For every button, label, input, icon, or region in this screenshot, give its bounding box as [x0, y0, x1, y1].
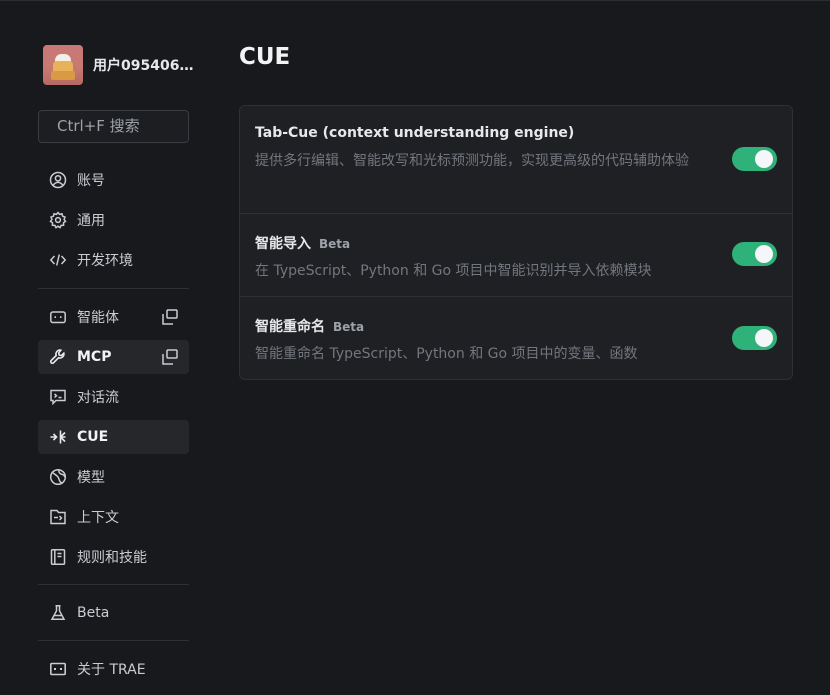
- beta-badge: Beta: [319, 237, 351, 251]
- trae-icon: [48, 659, 68, 679]
- code-icon: [48, 250, 68, 270]
- sidebar-item-models[interactable]: 模型: [38, 460, 189, 494]
- cue-icon: [48, 427, 68, 447]
- tab-cue-toggle[interactable]: [732, 147, 777, 171]
- sidebar-item-account[interactable]: 账号: [38, 163, 189, 197]
- external-panel-icon[interactable]: [161, 308, 179, 326]
- context-icon: [48, 507, 68, 527]
- sidebar-item-label: 上下文: [77, 510, 119, 526]
- sidebar-item-agents[interactable]: 智能体: [38, 300, 189, 334]
- sidebar-item-context[interactable]: 上下文: [38, 500, 189, 534]
- username: 用户0954068...: [93, 58, 197, 74]
- gear-icon: [48, 210, 68, 230]
- setting-title-text: Tab-Cue (context understanding engine): [255, 125, 575, 141]
- sidebar-item-label: Beta: [77, 605, 110, 621]
- sidebar-item-label: 关于 TRAE: [77, 662, 146, 678]
- sidebar-item-dialog-flow[interactable]: 对话流: [38, 380, 189, 414]
- divider: [38, 640, 189, 641]
- wrench-icon: [48, 347, 68, 367]
- setting-title: Tab-Cue (context understanding engine): [255, 125, 792, 141]
- setting-description: 在 TypeScript、Python 和 Go 项目中智能识别并导入依赖模块: [255, 263, 652, 279]
- sidebar-item-dev-env[interactable]: 开发环境: [38, 243, 189, 277]
- setting-description: 提供多行编辑、智能改写和光标预测功能，实现更高级的代码辅助体验: [255, 153, 689, 169]
- globe-icon: [48, 467, 68, 487]
- sidebar-item-label: 模型: [77, 470, 105, 486]
- sidebar-item-label: 开发环境: [77, 253, 133, 269]
- setting-title-text: 智能导入: [255, 236, 311, 252]
- sidebar-item-label: CUE: [77, 429, 109, 445]
- divider: [38, 584, 189, 585]
- chat-flow-icon: [48, 387, 68, 407]
- sidebar-item-general[interactable]: 通用: [38, 203, 189, 237]
- smart-rename-toggle[interactable]: [732, 326, 777, 350]
- sidebar-item-label: 对话流: [77, 390, 119, 406]
- sidebar-item-label: 账号: [77, 173, 105, 189]
- smart-import-toggle[interactable]: [732, 242, 777, 266]
- setting-title: 智能重命名 Beta: [255, 316, 792, 336]
- divider: [38, 288, 189, 289]
- sidebar-item-about[interactable]: 关于 TRAE: [38, 652, 189, 686]
- setting-title: 智能导入 Beta: [255, 233, 792, 253]
- sidebar: 用户0954068... Ctrl+F 搜索 账号 通用 开发环境 智能体 MC…: [0, 1, 220, 695]
- search-button[interactable]: Ctrl+F 搜索: [38, 110, 189, 143]
- flask-icon: [48, 603, 68, 623]
- user-circle-icon: [48, 170, 68, 190]
- sidebar-item-beta[interactable]: Beta: [38, 596, 189, 630]
- settings-panel: Tab-Cue (context understanding engine) 提…: [239, 105, 793, 380]
- book-icon: [48, 547, 68, 567]
- sidebar-item-label: MCP: [77, 349, 112, 365]
- setting-title-text: 智能重命名: [255, 319, 325, 335]
- sidebar-item-label: 智能体: [77, 310, 119, 326]
- sidebar-item-label: 规则和技能: [77, 550, 147, 566]
- robot-icon: [48, 307, 68, 327]
- beta-badge: Beta: [333, 320, 365, 334]
- sidebar-item-mcp[interactable]: MCP: [38, 340, 189, 374]
- setting-row-smart-import: 智能导入 Beta 在 TypeScript、Python 和 Go 项目中智能识…: [240, 213, 792, 296]
- setting-row-smart-rename: 智能重命名 Beta 智能重命名 TypeScript、Python 和 Go 项…: [240, 296, 792, 380]
- sidebar-item-cue[interactable]: CUE: [38, 420, 189, 454]
- sidebar-item-rules-skills[interactable]: 规则和技能: [38, 540, 189, 574]
- page-title: CUE: [239, 44, 291, 70]
- avatar: [43, 45, 83, 85]
- sidebar-item-label: 通用: [77, 213, 105, 229]
- external-panel-icon[interactable]: [161, 348, 179, 366]
- user-profile[interactable]: 用户0954068...: [43, 44, 203, 86]
- setting-row-tab-cue: Tab-Cue (context understanding engine) 提…: [240, 106, 792, 213]
- setting-description: 智能重命名 TypeScript、Python 和 Go 项目中的变量、函数: [255, 346, 638, 362]
